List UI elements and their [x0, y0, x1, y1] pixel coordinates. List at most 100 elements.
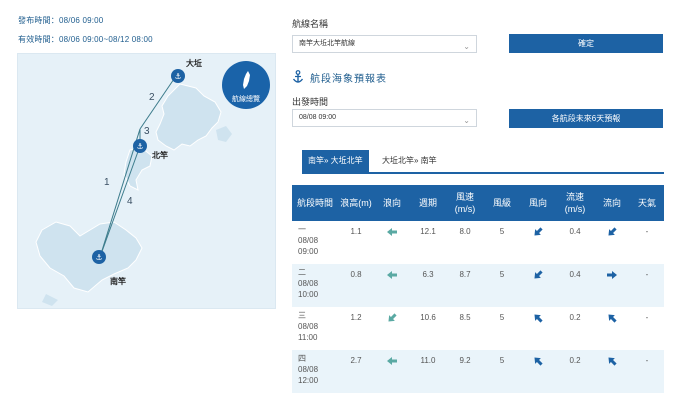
route-number-1: 1 [104, 177, 110, 188]
wind-level-cell: 5 [484, 307, 520, 350]
wind-speed-cell: 9.2 [446, 350, 484, 393]
segment-number: 一 [298, 225, 306, 234]
period-cell: 6.3 [410, 264, 446, 307]
table-row: 三 08/08 11:00 1.2 10.6 8.5 5 0.2 - [292, 307, 664, 350]
svg-text:⚓: ⚓ [174, 72, 181, 81]
weather-cell: - [630, 221, 664, 264]
current-speed-cell: 0.2 [556, 350, 594, 393]
segment-time-cell: 四 08/08 12:00 [292, 350, 338, 393]
depart-time-select[interactable]: 08/08 09:00 ⌄ [292, 109, 477, 127]
port-marker-beigan[interactable]: ⚓ [133, 139, 147, 153]
current-speed-cell: 0.4 [556, 221, 594, 264]
wind-direction-cell [520, 221, 556, 264]
svg-text:⚓: ⚓ [136, 142, 143, 151]
segment-time-cell: 三 08/08 11:00 [292, 307, 338, 350]
confirm-button[interactable]: 確定 [509, 34, 663, 53]
wind-direction-arrow-icon [534, 270, 543, 279]
wind-speed-cell: 8.0 [446, 221, 484, 264]
route-select-value: 南竿大坵北竿航線 [299, 40, 355, 47]
segment-time-cell: 一 08/08 09:00 [292, 221, 338, 264]
wave-direction-cell [374, 221, 410, 264]
weather-cell: - [630, 264, 664, 307]
taiwan-icon [243, 71, 250, 89]
wave-direction-cell [374, 307, 410, 350]
header-wave-direction: 浪向 [374, 185, 410, 221]
tab-nangan-to-dagan-beigan[interactable]: 南竿» 大坵北竿 [302, 150, 369, 172]
wave-height-cell: 1.1 [338, 221, 374, 264]
wind-speed-cell: 8.5 [446, 307, 484, 350]
depart-time-label: 出發時間 [292, 97, 329, 107]
wind-direction-arrow-icon [534, 314, 543, 323]
wave-direction-arrow-icon [387, 271, 397, 279]
route-name-label: 航線名稱 [292, 19, 329, 29]
wind-direction-cell [520, 307, 556, 350]
segment-number: 三 [298, 311, 306, 320]
wind-level-cell: 5 [484, 264, 520, 307]
port-marker-nangan[interactable]: ⚓ [92, 250, 106, 264]
wave-height-cell: 0.8 [338, 264, 374, 307]
header-wind-direction: 風向 [520, 185, 556, 221]
weather-cell: - [630, 350, 664, 393]
header-weather: 天氣 [630, 185, 664, 221]
segment-date: 08/08 [298, 236, 319, 245]
route-select[interactable]: 南竿大坵北竿航線 ⌄ [292, 35, 477, 53]
current-direction-cell [594, 221, 630, 264]
current-direction-arrow-icon [608, 314, 617, 323]
anchor-icon [292, 70, 304, 83]
segment-date: 08/08 [298, 322, 319, 331]
label-dagan: 大坵 [186, 59, 202, 68]
segment-time: 10:00 [298, 290, 319, 299]
table-row: 一 08/08 09:00 1.1 12.1 8.0 5 0.4 - [292, 221, 664, 264]
current-direction-arrow-icon [608, 357, 617, 366]
segment-time: 12:00 [298, 376, 319, 385]
segment-date: 08/08 [298, 365, 319, 374]
period-cell: 12.1 [410, 221, 446, 264]
segment-number: 二 [298, 268, 306, 277]
wave-height-cell: 1.2 [338, 307, 374, 350]
header-wind-speed: 風速(m/s) [446, 185, 484, 221]
wind-direction-arrow-icon [534, 227, 543, 236]
table-header-row: 航段時間 浪高(m) 浪向 週期 風速(m/s) 風級 風向 流速(m/s) 流… [292, 185, 664, 221]
wave-direction-arrow-icon [387, 228, 397, 236]
chevron-down-icon: ⌄ [463, 42, 470, 51]
header-wind-level: 風級 [484, 185, 520, 221]
route-number-4: 4 [127, 196, 133, 207]
six-day-forecast-button[interactable]: 各航段未來6天預報 [509, 109, 663, 128]
wave-direction-cell [374, 350, 410, 393]
tab-dagan-beigan-to-nangan[interactable]: 大坵北竿» 南竿 [376, 150, 443, 172]
segment-date: 08/08 [298, 279, 319, 288]
current-direction-cell [594, 264, 630, 307]
current-speed-cell: 0.2 [556, 307, 594, 350]
published-time: 發布時間：08/06 09:00 [18, 16, 104, 25]
header-current-direction: 流向 [594, 185, 630, 221]
wind-direction-arrow-icon [534, 357, 543, 366]
current-direction-arrow-icon [608, 227, 617, 236]
current-speed-cell: 0.4 [556, 264, 594, 307]
wave-direction-arrow-icon [387, 357, 397, 365]
wind-direction-cell [520, 264, 556, 307]
label-nangan: 南竿 [110, 277, 126, 286]
section-title: 航段海象預報表 [310, 74, 387, 85]
current-direction-cell [594, 307, 630, 350]
valid-time: 有效時間：08/06 09:00~08/12 08:00 [18, 35, 153, 44]
port-marker-dagan[interactable]: ⚓ [171, 69, 185, 83]
islet [216, 126, 232, 142]
forecast-table: 航段時間 浪高(m) 浪向 週期 風速(m/s) 風級 風向 流速(m/s) 流… [292, 185, 664, 393]
route-number-3: 3 [144, 126, 150, 137]
wind-level-cell: 5 [484, 350, 520, 393]
period-cell: 10.6 [410, 307, 446, 350]
depart-time-value: 08/08 09:00 [299, 114, 336, 121]
wave-direction-cell [374, 264, 410, 307]
table-row: 四 08/08 12:00 2.7 11.0 9.2 5 0.2 - [292, 350, 664, 393]
tab-underline [302, 172, 664, 174]
route-map: ⚓ ⚓ ⚓ 大坵 北竿 南竿 1 2 3 4 航線總覽 [17, 53, 276, 309]
wave-height-cell: 2.7 [338, 350, 374, 393]
route-number-2: 2 [149, 92, 155, 103]
wind-level-cell: 5 [484, 221, 520, 264]
route-overview-button[interactable]: 航線總覽 [222, 61, 270, 109]
wind-direction-cell [520, 350, 556, 393]
segment-time: 09:00 [298, 247, 319, 256]
islet [42, 294, 58, 306]
header-segment-time: 航段時間 [292, 185, 338, 221]
current-direction-cell [594, 350, 630, 393]
